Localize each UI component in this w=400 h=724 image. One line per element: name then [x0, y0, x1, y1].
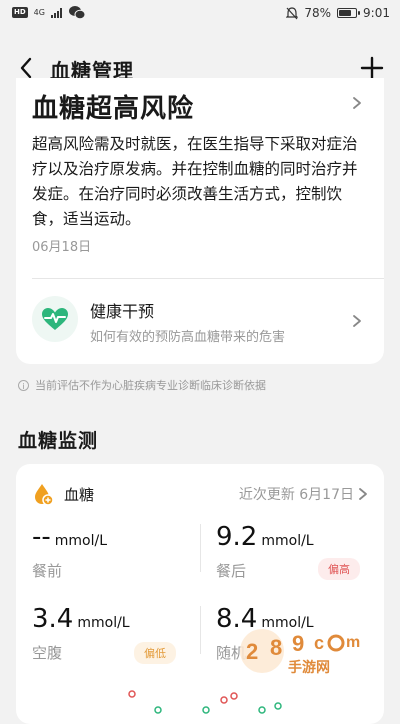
reading-value: -- — [32, 522, 51, 552]
health-intervention-title[interactable]: 健康干预 — [90, 298, 154, 322]
section-title: 血糖监测 — [18, 430, 99, 452]
glucose-trend-chart — [128, 690, 282, 714]
clock: 9:01 — [363, 6, 390, 20]
wechat-icon — [68, 6, 85, 19]
trend-point — [220, 696, 228, 704]
glucose-monitor-card[interactable]: 血糖 近次更新 6月17日 -- mmol/L 餐前 9.2 mmol/L 餐后 偏… — [16, 464, 384, 724]
trend-point — [154, 706, 162, 714]
chevron-right-icon[interactable] — [352, 314, 362, 328]
battery-fill — [339, 10, 351, 16]
reading-label: 餐前 — [32, 562, 63, 580]
disclaimer-text: 当前评估不作为心脏疾病专业诊断临床诊断依据 — [35, 379, 266, 392]
svg-text:m: m — [346, 634, 360, 651]
chevron-right-icon[interactable] — [358, 487, 368, 501]
chevron-right-icon[interactable] — [352, 96, 362, 110]
trend-point — [230, 692, 238, 700]
risk-card[interactable]: 血糖超高风险 超高风险需及时就医，在医生指导下采取对症治疗以及治疗原发病。并在控… — [16, 78, 384, 364]
health-intervention-subtitle: 如何有效的预防高血糖带来的危害 — [90, 330, 286, 345]
trend-point — [274, 702, 282, 710]
svg-text:8: 8 — [270, 635, 282, 660]
signal-icon — [50, 7, 62, 18]
reading-value: 3.4 — [32, 604, 74, 634]
reading-unit: mmol/L — [54, 533, 108, 549]
blood-drop-icon — [35, 484, 54, 506]
watermark-text: 手游网 — [288, 660, 330, 676]
heart-pulse-icon — [42, 308, 68, 330]
battery-percent: 78% — [304, 6, 332, 20]
trend-point — [202, 706, 210, 714]
divider — [32, 278, 384, 279]
risk-description: 超高风险需及时就医，在医生指导下采取对症治疗以及治疗原发病。并在控制血糖的同时治… — [32, 135, 358, 228]
reading-label: 餐后 — [216, 562, 247, 580]
signal-indicator: 4G — [33, 8, 45, 17]
trend-point — [128, 690, 136, 698]
disclaimer-note: i 当前评估不作为心脏疾病专业诊断临床诊断依据 — [18, 377, 266, 393]
trend-point — [258, 706, 266, 714]
risk-date: 06月18日 — [32, 240, 92, 255]
health-intervention-icon — [32, 296, 78, 342]
status-badge-high: 偏高 — [318, 558, 360, 580]
battery-icon — [337, 8, 361, 18]
status-badge-low: 偏低 — [134, 642, 176, 664]
divider — [200, 524, 201, 572]
last-updated[interactable]: 近次更新 6月17日 — [239, 484, 354, 504]
svg-text:2: 2 — [246, 639, 258, 664]
reading-before-meal: -- mmol/L 餐前 — [32, 522, 107, 581]
reading-fasting: 3.4 mmol/L 空腹 — [32, 604, 130, 663]
reading-after-meal: 9.2 mmol/L 餐后 — [216, 522, 314, 581]
reading-label: 空腹 — [32, 644, 63, 662]
divider — [200, 606, 201, 654]
reading-unit: mmol/L — [261, 533, 314, 549]
hd-badge: HD — [12, 7, 28, 18]
svg-text:c: c — [314, 633, 324, 653]
status-bar: HD 4G 78% 9:01 — [0, 0, 400, 30]
svg-text:9: 9 — [292, 631, 304, 656]
info-icon: i — [18, 379, 29, 391]
watermark-logo: 2 8 9 c m 手游网 — [236, 625, 386, 676]
risk-title: 血糖超高风险 — [32, 94, 195, 124]
reading-value: 9.2 — [216, 522, 258, 552]
bell-off-icon — [286, 6, 299, 19]
glucose-card-title: 血糖 — [64, 486, 95, 504]
reading-unit: mmol/L — [77, 615, 130, 631]
